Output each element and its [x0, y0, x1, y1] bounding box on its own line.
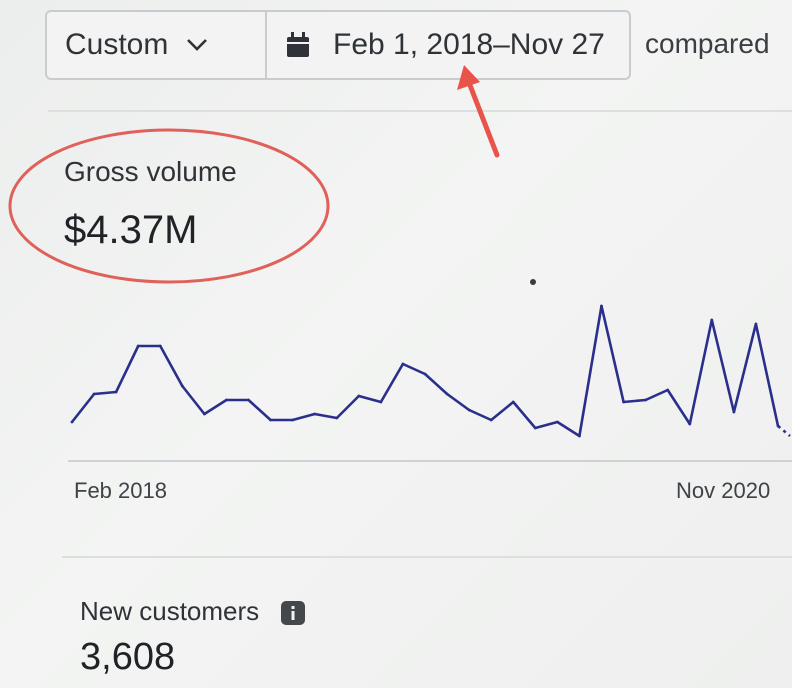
new-customers-label: New customers	[80, 596, 306, 627]
data-point	[688, 422, 692, 426]
data-point	[555, 420, 559, 424]
projection-dotted-line	[777, 425, 791, 437]
data-point	[136, 344, 140, 348]
data-point	[423, 372, 427, 376]
data-point	[225, 398, 228, 402]
data-point	[533, 426, 537, 430]
x-axis-start-label: Feb 2018	[74, 478, 167, 503]
data-point	[357, 394, 361, 398]
data-point	[467, 408, 471, 412]
data-point	[291, 418, 295, 422]
data-point	[202, 412, 206, 416]
data-point	[247, 398, 250, 402]
new-customers-label-text: New customers	[80, 596, 260, 626]
data-point	[578, 434, 581, 438]
data-point	[269, 418, 272, 422]
data-point	[489, 418, 493, 422]
x-axis-end-label: Nov 2020	[676, 478, 771, 503]
data-point	[313, 412, 317, 416]
info-icon[interactable]	[280, 600, 306, 626]
data-point	[114, 390, 118, 394]
data-point	[732, 410, 736, 414]
data-point	[644, 398, 648, 402]
data-point	[511, 400, 515, 404]
data-point	[666, 388, 670, 392]
data-point	[710, 318, 714, 322]
section-divider	[62, 556, 792, 558]
gross-volume-series-line	[70, 304, 780, 438]
gross-volume-chart	[68, 304, 792, 462]
data-point	[622, 400, 625, 404]
data-point	[70, 420, 74, 424]
data-point	[335, 416, 339, 420]
new-customers-value: 3,608	[80, 636, 176, 678]
data-point	[92, 392, 96, 396]
data-point	[158, 344, 162, 348]
data-point	[754, 322, 758, 326]
data-point	[180, 384, 184, 388]
data-point	[401, 362, 405, 366]
data-point	[600, 304, 603, 308]
data-point	[379, 400, 383, 404]
data-point	[445, 392, 449, 396]
